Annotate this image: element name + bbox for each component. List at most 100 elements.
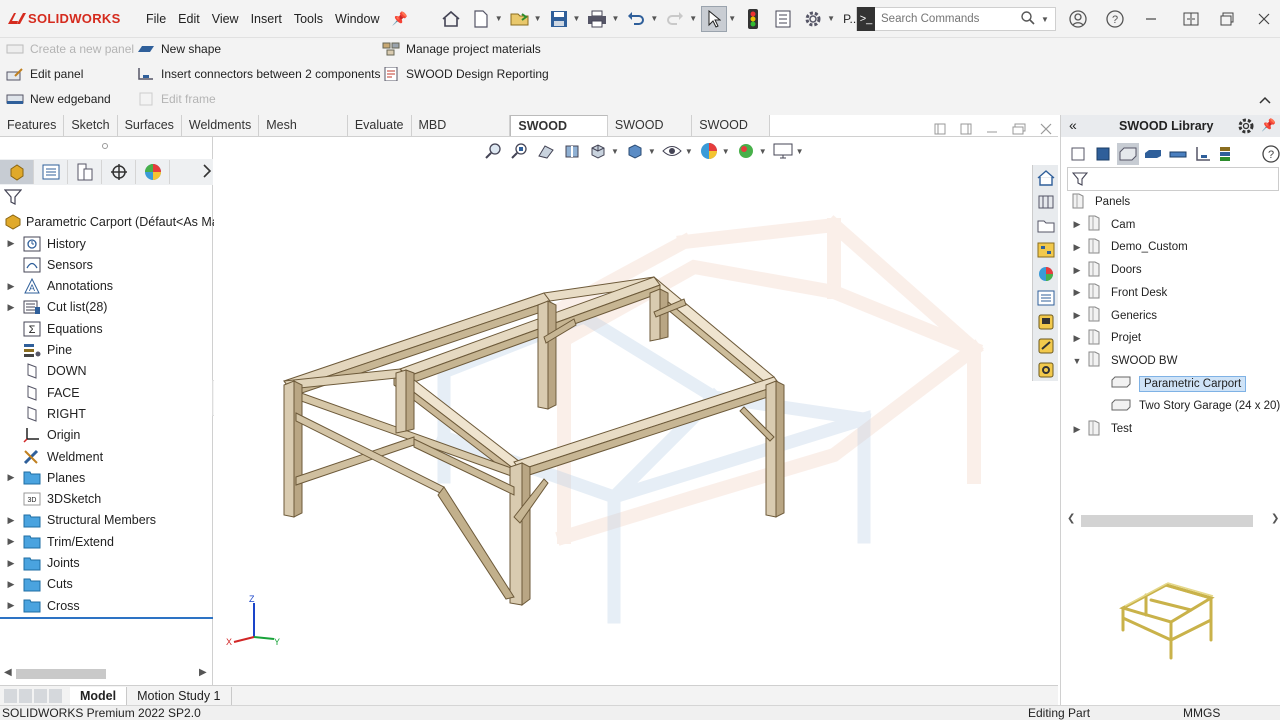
property-manager-tab-icon[interactable] [34,160,68,184]
menu-view[interactable]: View [206,12,245,26]
blue-panel-icon[interactable] [1092,143,1114,165]
edgeband-library-icon[interactable] [1142,143,1164,165]
maximize-icon[interactable] [1216,8,1238,30]
panel-grip-icon[interactable] [102,143,108,149]
units-text[interactable]: MMGS [1183,706,1220,720]
chevron-down-icon[interactable]: ▼ [827,14,835,23]
menu-tools[interactable]: Tools [288,12,329,26]
solidworks-resources-home-icon[interactable] [1034,167,1058,189]
library-item-demo-custom[interactable]: ▶ Demo_Custom [1067,236,1188,258]
library-item-test[interactable]: ▶ Test [1067,418,1132,440]
chevron-down-icon[interactable]: ▼ [534,14,542,23]
collapse-pane-icon[interactable]: « [1069,117,1077,133]
tree-item-trim-extend[interactable]: ▶ Trim/Extend [0,531,114,552]
box-icon[interactable] [1117,143,1139,165]
redo-icon[interactable] [662,6,688,32]
close-icon[interactable] [1253,8,1275,30]
tree-item-cuts[interactable]: ▶ Cuts [0,574,73,595]
expand-arrow-icon[interactable]: ▶ [0,579,22,590]
save-icon[interactable] [546,6,572,32]
scroll-left-icon[interactable]: ◀ [4,667,12,678]
collapse-arrow-icon[interactable]: ▼ [1067,356,1087,366]
feature-tree-tab-icon[interactable] [0,160,34,184]
viewport-restore-icon[interactable] [1012,123,1026,135]
swood-cam-icon[interactable] [1034,335,1058,357]
search-commands[interactable]: >_ ▼ [856,7,1056,31]
library-item-two-story-garage-24-x-20[interactable]: Two Story Garage (24 x 20) [1111,395,1280,417]
panel-icon[interactable] [1067,143,1089,165]
expand-arrow-icon[interactable]: ▶ [1067,287,1087,298]
tab-mbd-dimensions[interactable]: MBD Dimensions [412,115,511,153]
library-filter-field[interactable] [1067,167,1279,191]
menu-edit[interactable]: Edit [172,12,206,26]
rebuild-traffic-light-icon[interactable] [740,6,766,32]
edit-frame-button[interactable]: Edit frame [137,92,216,106]
tree-item-weldment[interactable]: Weldment [0,446,103,467]
rollback-bar[interactable] [0,617,213,619]
pin-icon[interactable]: 📌 [392,11,408,27]
tree-item-joints[interactable]: ▶ Joints [0,553,80,574]
viewport-close-icon[interactable] [1040,123,1052,135]
file-properties-icon[interactable] [770,6,796,32]
open-folder-icon[interactable] [507,6,533,32]
minimize-icon[interactable] [1140,8,1162,30]
library-horizontal-scrollbar[interactable]: ❮ ❯ [1067,513,1279,529]
swood-settings-icon[interactable] [1034,359,1058,381]
tab-surfaces[interactable]: Surfaces [118,115,182,137]
library-item-doors[interactable]: ▶ Doors [1067,259,1142,281]
edit-panel-button[interactable]: Edit panel [6,67,83,81]
tab-motion-study[interactable]: Motion Study 1 [127,686,232,705]
design-library-icon[interactable] [1034,191,1058,213]
tree-item-origin[interactable]: Origin [0,425,80,446]
tree-item-right[interactable]: RIGHT [0,403,86,424]
menu-window[interactable]: Window [329,12,385,26]
expand-arrow-icon[interactable]: ▶ [0,281,22,292]
expand-arrow-icon[interactable]: ▶ [0,600,22,611]
chevron-down-icon[interactable]: ▼ [689,14,697,23]
tree-item-cut-list-28[interactable]: ▶ Cut list(28) [0,297,107,318]
connector-library-icon[interactable] [1192,143,1214,165]
tree-item-sensors[interactable]: Sensors [0,254,93,275]
dimxpert-tab-icon[interactable] [102,160,136,184]
chevron-down-icon[interactable]: ▼ [728,14,736,23]
options-gear-icon[interactable] [800,6,826,32]
scroll-thumb[interactable] [1081,515,1253,527]
home-icon[interactable] [438,6,464,32]
chevron-down-icon[interactable]: ▼ [573,14,581,23]
expand-arrow-icon[interactable]: ▶ [0,558,22,569]
tree-filter-icon[interactable] [3,189,23,208]
menu-insert[interactable]: Insert [245,12,288,26]
expand-arrow-icon[interactable]: ▶ [1067,242,1087,253]
tile-right-icon[interactable] [960,123,972,135]
library-item-panels[interactable]: Panels [1067,191,1130,213]
collapse-ribbon-icon[interactable] [1258,94,1272,108]
graphics-area[interactable]: ▼ ▼ ▼ ▼ ▼ ▼ Z X Y [214,123,1058,685]
expand-arrow-icon[interactable]: ▶ [0,536,22,547]
expand-arrow-icon[interactable]: ▶ [0,302,22,313]
tree-item-3dsketch[interactable]: 3D 3DSketch [0,489,101,510]
tab-evaluate[interactable]: Evaluate [348,115,412,137]
solidworks-logo[interactable]: SOLIDWORKS [0,10,140,28]
tree-item-face[interactable]: FACE [0,382,80,403]
view-palette-icon[interactable] [1034,239,1058,261]
expand-arrow-icon[interactable]: ▶ [0,472,22,483]
first-tab-icon[interactable] [4,688,17,703]
expand-arrow-icon[interactable]: ▶ [0,515,22,526]
new-shape-button[interactable]: New shape [137,42,221,56]
tab-swood-design[interactable]: SWOOD Design [510,115,608,154]
chevron-down-icon[interactable]: ▼ [611,14,619,23]
chevron-right-icon[interactable] [202,163,212,181]
swood-library-icon[interactable] [1034,311,1058,333]
insert-connectors-button[interactable]: Insert connectors between 2 components [137,67,380,81]
design-reporting-button[interactable]: SWOOD Design Reporting [382,67,549,81]
expand-arrow-icon[interactable]: ▶ [1067,424,1087,435]
select-cursor-icon[interactable] [701,5,728,32]
materials-library-icon[interactable] [1217,143,1239,165]
restore-panes-icon[interactable] [1180,8,1202,30]
scroll-right-icon[interactable]: ▶ [199,667,207,678]
expand-arrow-icon[interactable]: ▶ [1067,310,1087,321]
library-item-cam[interactable]: ▶ Cam [1067,214,1135,236]
tree-root-part[interactable]: Parametric Carport (Défaut<As Mac [4,214,225,230]
undo-icon[interactable] [623,6,649,32]
carport-3d-model[interactable]: Z X Y [214,137,1034,685]
